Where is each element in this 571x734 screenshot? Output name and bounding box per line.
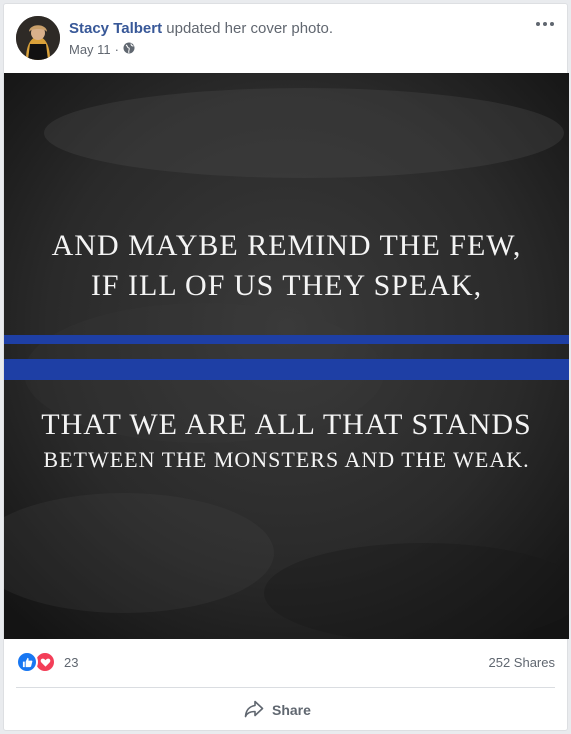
chalkboard-texture <box>4 73 569 639</box>
blue-stripe-top <box>4 335 569 344</box>
globe-icon[interactable] <box>123 42 135 57</box>
like-icon <box>16 651 38 673</box>
share-button[interactable]: Share <box>244 696 311 724</box>
cover-photo[interactable]: AND MAYBE REMIND THE FEW, IF ILL OF US T… <box>4 73 569 639</box>
post-action-text: updated her cover photo. <box>166 20 334 37</box>
more-options-icon[interactable] <box>533 14 557 34</box>
post-header: Stacy Talbert updated her cover photo. M… <box>4 4 567 74</box>
post-author-line: Stacy Talbert updated her cover photo. <box>69 20 333 37</box>
action-divider <box>16 687 555 688</box>
quote-line-1: AND MAYBE REMIND THE FEW, <box>51 229 522 262</box>
share-label: Share <box>272 702 311 718</box>
share-icon <box>244 700 264 721</box>
reactions-summary[interactable]: 23 <box>16 651 78 673</box>
date-separator: · <box>114 42 120 57</box>
quote-top: AND MAYBE REMIND THE FEW, IF ILL OF US T… <box>4 226 569 306</box>
quote-line-3: THAT WE ARE ALL THAT STANDS <box>41 408 532 441</box>
post-meta: May 11 · <box>69 42 135 57</box>
author-name[interactable]: Stacy Talbert <box>69 20 162 37</box>
post-card: Stacy Talbert updated her cover photo. M… <box>3 3 569 731</box>
quote-line-4: BETWEEN THE MONSTERS AND THE WEAK. <box>43 447 530 472</box>
reaction-count: 23 <box>64 654 79 670</box>
post-date[interactable]: May 11 <box>69 42 111 57</box>
blue-stripe-bottom <box>4 359 569 380</box>
avatar[interactable] <box>16 16 60 60</box>
shares-count[interactable]: 252 Shares <box>489 655 556 670</box>
quote-line-2: IF ILL OF US THEY SPEAK, <box>90 269 483 302</box>
post-stats: 23 252 Shares <box>4 644 567 684</box>
